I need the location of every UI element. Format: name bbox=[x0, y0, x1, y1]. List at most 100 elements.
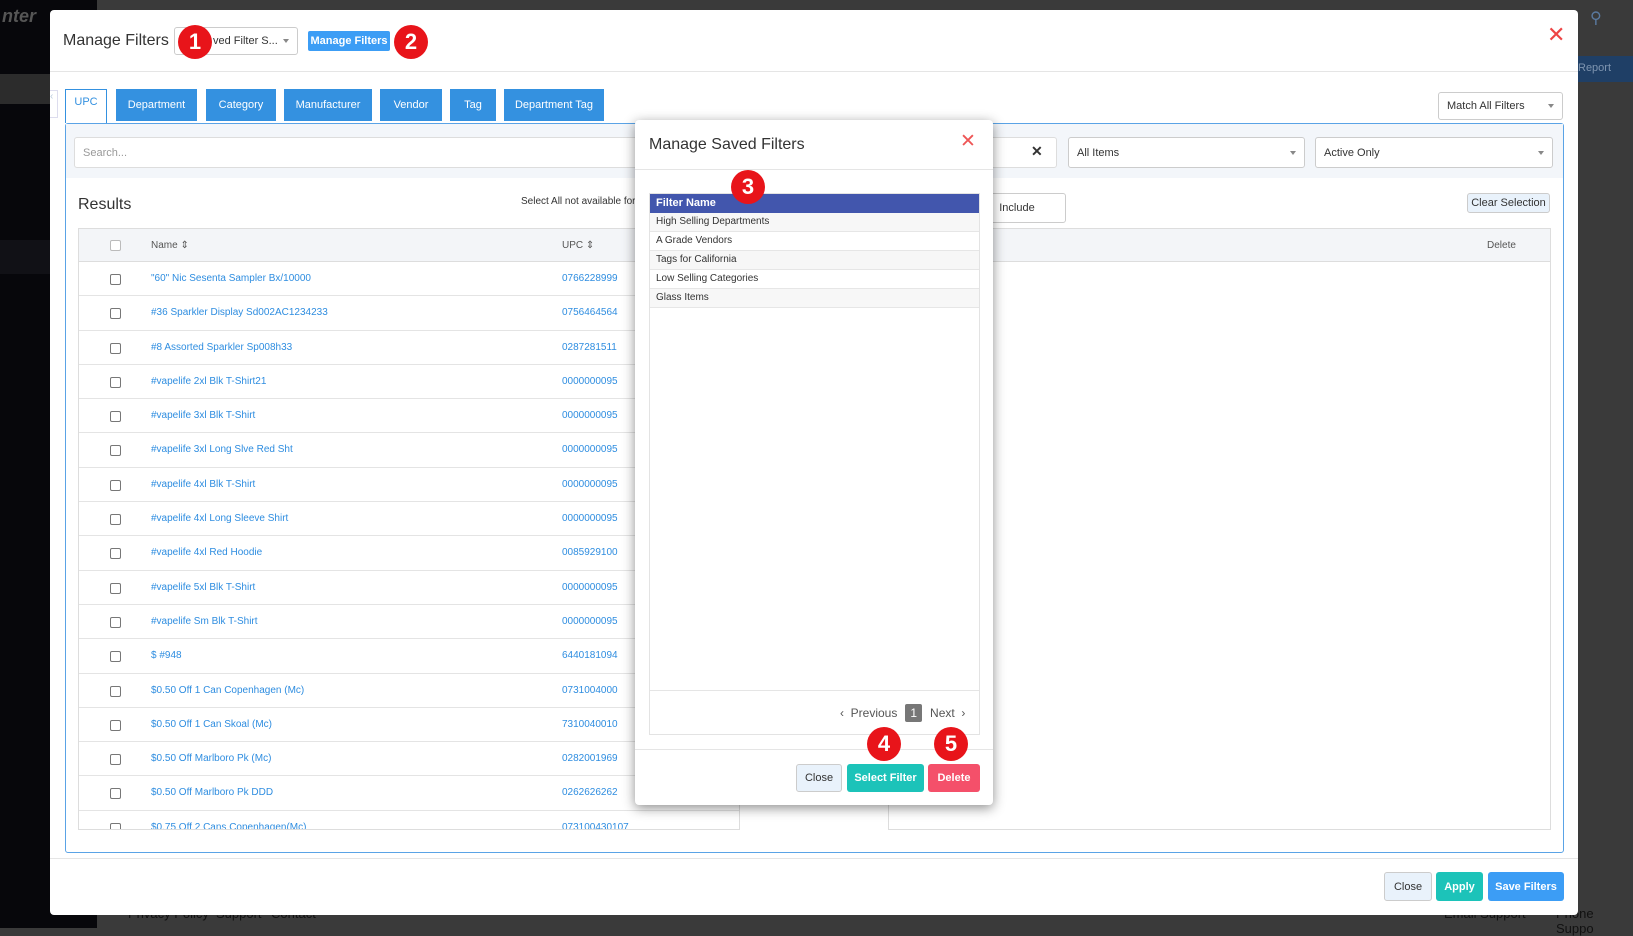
item-name-link[interactable]: #36 Sparkler Display Sd002AC1234233 bbox=[151, 307, 328, 318]
saved-filter-row[interactable]: Glass Items bbox=[650, 289, 979, 308]
item-upc-link[interactable]: 6440181094 bbox=[562, 650, 618, 661]
sort-icon: ⇕ bbox=[585, 240, 595, 251]
row-checkbox[interactable] bbox=[110, 308, 121, 320]
item-name-link[interactable]: #vapelife 4xl Red Hoodie bbox=[151, 547, 262, 558]
item-upc-link[interactable]: 0000000095 bbox=[562, 479, 618, 490]
next-button[interactable]: Next › bbox=[930, 706, 965, 720]
previous-button[interactable]: ‹ Previous bbox=[840, 706, 897, 720]
row-checkbox[interactable] bbox=[110, 274, 121, 285]
item-name-link[interactable]: #vapelife 4xl Blk T-Shirt bbox=[151, 479, 255, 490]
select-filter-button[interactable]: Select Filter bbox=[847, 764, 924, 792]
tab-department[interactable]: Department bbox=[116, 89, 197, 121]
scroll-left-icon[interactable]: ‹ bbox=[50, 90, 58, 118]
item-name-link[interactable]: #vapelife 3xl Long Slve Red Sht bbox=[151, 444, 293, 455]
clear-search-icon[interactable]: ✕ bbox=[1031, 143, 1043, 160]
header-divider bbox=[50, 71, 1578, 72]
item-name-link[interactable]: #vapelife Sm Blk T-Shirt bbox=[151, 616, 258, 627]
saved-filter-row[interactable]: Low Selling Categories bbox=[650, 270, 979, 289]
match-filters-select[interactable]: Match All Filters bbox=[1438, 92, 1563, 120]
item-upc-link[interactable]: 7310040010 bbox=[562, 719, 618, 730]
row-checkbox[interactable] bbox=[110, 514, 121, 526]
next-label: Next bbox=[930, 706, 955, 720]
saved-filter-select-value: ved Filter S... bbox=[213, 35, 278, 47]
item-upc-link[interactable]: 073100430107 bbox=[562, 822, 629, 829]
item-name-link[interactable]: #vapelife 3xl Blk T-Shirt bbox=[151, 410, 255, 421]
delete-column-header: Delete bbox=[1487, 240, 1516, 251]
name-header-label: Name bbox=[151, 240, 178, 251]
item-name-link[interactable]: $0.50 Off 1 Can Skoal (Mc) bbox=[151, 719, 272, 730]
upc-column-header[interactable]: UPC ⇕ bbox=[562, 240, 594, 251]
save-filters-button[interactable]: Save Filters bbox=[1488, 872, 1564, 901]
results-heading: Results bbox=[78, 196, 132, 213]
item-name-link[interactable]: "60" Nic Sesenta Sampler Bx/10000 bbox=[151, 273, 311, 284]
item-upc-link[interactable]: 0282001969 bbox=[562, 753, 618, 764]
item-upc-link[interactable]: 0000000095 bbox=[562, 410, 618, 421]
dialog-close-button[interactable]: Close bbox=[796, 764, 842, 792]
background-search-icon: ⚲ bbox=[1590, 10, 1602, 27]
item-name-link[interactable]: $0.50 Off 1 Can Copenhagen (Mc) bbox=[151, 685, 304, 696]
close-icon[interactable]: ✕ bbox=[960, 130, 976, 153]
item-name-link[interactable]: #vapelife 4xl Long Sleeve Shirt bbox=[151, 513, 288, 524]
row-checkbox[interactable] bbox=[110, 685, 121, 697]
manage-filters-button[interactable]: Manage Filters bbox=[308, 31, 390, 51]
item-upc-link[interactable]: 0756464564 bbox=[562, 307, 618, 318]
tab-category[interactable]: Category bbox=[206, 89, 276, 121]
row-checkbox[interactable] bbox=[110, 719, 121, 731]
item-name-link[interactable]: $0.75 Off 2 Cans Copenhagen(Mc) bbox=[151, 822, 306, 829]
tab-vendor[interactable]: Vendor bbox=[380, 89, 442, 121]
clear-selection-button[interactable]: Clear Selection bbox=[1467, 193, 1550, 213]
item-upc-link[interactable]: 0000000095 bbox=[562, 616, 618, 627]
tab-department-tag[interactable]: Department Tag bbox=[504, 89, 604, 121]
item-upc-link[interactable]: 0000000095 bbox=[562, 376, 618, 387]
chevron-down-icon bbox=[283, 39, 289, 43]
item-upc-link[interactable]: 0262626262 bbox=[562, 787, 618, 798]
row-checkbox[interactable] bbox=[110, 788, 121, 800]
row-checkbox[interactable] bbox=[110, 445, 121, 457]
annotation-badge-2: 2 bbox=[394, 25, 428, 59]
saved-filter-row[interactable]: Tags for California bbox=[650, 251, 979, 270]
select-all-checkbox[interactable] bbox=[110, 240, 121, 251]
row-checkbox[interactable] bbox=[110, 651, 121, 663]
name-column-header[interactable]: Name ⇕ bbox=[151, 240, 189, 251]
row-checkbox[interactable] bbox=[110, 582, 121, 594]
row-checkbox[interactable] bbox=[110, 754, 121, 766]
close-button[interactable]: Close bbox=[1384, 872, 1432, 901]
row-checkbox[interactable] bbox=[110, 342, 121, 354]
item-name-link[interactable]: $0.50 Off Marlboro Pk (Mc) bbox=[151, 753, 271, 764]
saved-filter-row[interactable]: High Selling Departments bbox=[650, 213, 979, 232]
close-icon[interactable]: ✕ bbox=[1547, 22, 1565, 48]
row-checkbox[interactable] bbox=[110, 616, 121, 628]
saved-filter-row[interactable]: A Grade Vendors bbox=[650, 232, 979, 251]
item-upc-link[interactable]: 0766228999 bbox=[562, 273, 618, 284]
item-name-link[interactable]: $ #948 bbox=[151, 650, 182, 661]
item-upc-link[interactable]: 0000000095 bbox=[562, 582, 618, 593]
delete-button[interactable]: Delete bbox=[928, 764, 980, 792]
row-checkbox[interactable] bbox=[110, 548, 121, 560]
item-name-link[interactable]: #8 Assorted Sparkler Sp008h33 bbox=[151, 342, 292, 353]
match-filters-value: Match All Filters bbox=[1447, 100, 1525, 112]
tab-manufacturer[interactable]: Manufacturer bbox=[284, 89, 372, 121]
tab-tag[interactable]: Tag bbox=[450, 89, 496, 121]
item-upc-link[interactable]: 0000000095 bbox=[562, 513, 618, 524]
tab-upc[interactable]: UPC bbox=[65, 89, 107, 123]
row-checkbox[interactable] bbox=[110, 376, 121, 388]
table-row: $0.75 Off 2 Cans Copenhagen(Mc) 073100430… bbox=[79, 811, 739, 829]
status-select[interactable]: Active Only bbox=[1315, 137, 1553, 168]
page-1-button[interactable]: 1 bbox=[905, 704, 923, 722]
item-upc-link[interactable]: 0287281511 bbox=[562, 342, 617, 353]
item-upc-link[interactable]: 0731004000 bbox=[562, 685, 618, 696]
row-checkbox[interactable] bbox=[110, 411, 121, 423]
item-name-link[interactable]: #vapelife 5xl Blk T-Shirt bbox=[151, 582, 255, 593]
item-upc-link[interactable]: 0000000095 bbox=[562, 444, 618, 455]
item-name-link[interactable]: $0.50 Off Marlboro Pk DDD bbox=[151, 787, 273, 798]
footer-divider bbox=[50, 858, 1578, 859]
row-checkbox[interactable] bbox=[110, 479, 121, 491]
item-upc-link[interactable]: 0085929100 bbox=[562, 547, 618, 558]
items-select[interactable]: All Items bbox=[1068, 137, 1305, 168]
sort-icon: ⇕ bbox=[180, 240, 189, 251]
previous-label: Previous bbox=[850, 706, 898, 720]
apply-button[interactable]: Apply bbox=[1436, 872, 1483, 901]
item-name-link[interactable]: #vapelife 2xl Blk T-Shirt21 bbox=[151, 376, 266, 387]
pagination-divider bbox=[650, 690, 979, 691]
row-checkbox[interactable] bbox=[110, 822, 121, 829]
